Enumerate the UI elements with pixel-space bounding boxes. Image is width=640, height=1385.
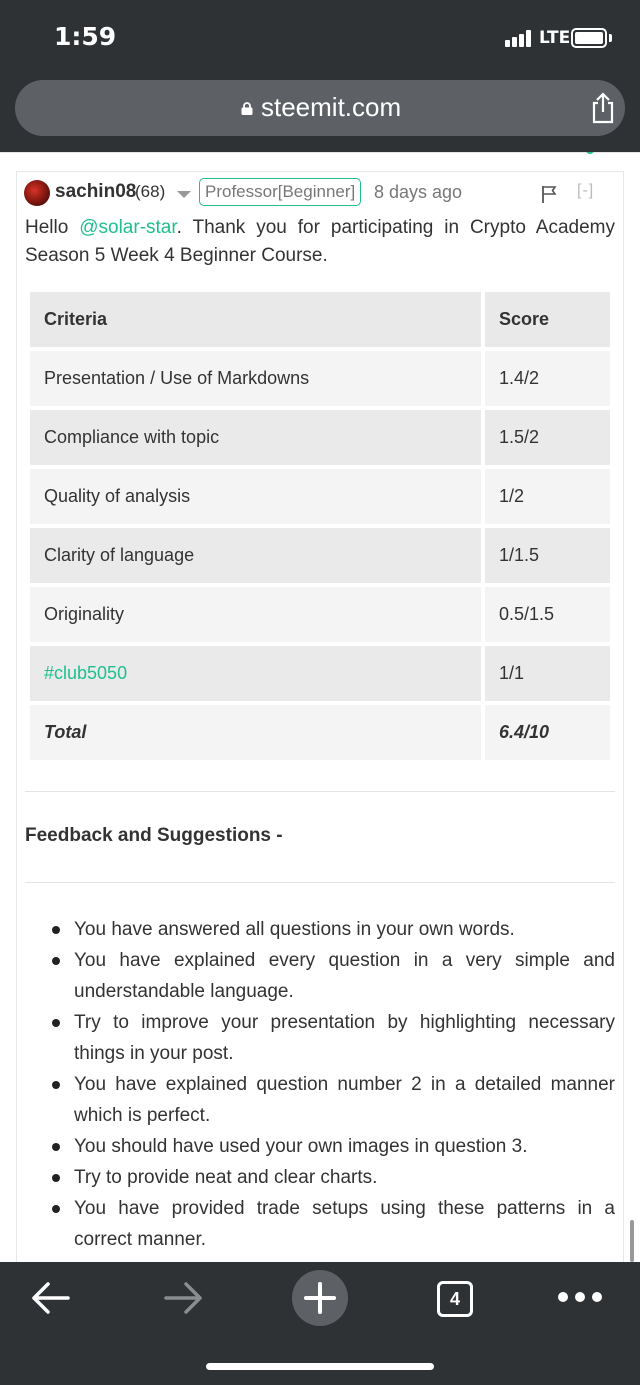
tabs-button[interactable]: 4 [437,1281,473,1317]
url-bar[interactable]: steemit.com [15,80,625,136]
signal-icon [505,30,535,47]
comment-card: sachin08 (68) Professor[Beginner] 8 days… [16,171,624,1262]
table-row: Presentation / Use of Markdowns 1.4/2 [30,351,610,406]
table-row: Quality of analysis 1/2 [30,469,610,524]
divider [25,791,615,792]
table-row-total: Total 6.4/10 [30,705,610,760]
table-cell: #club5050 [30,646,481,701]
plus-icon [304,1282,336,1314]
browser-toolbar: 4 [0,1262,640,1385]
role-badge: Professor[Beginner] [199,178,362,206]
list-item: You have explained every question in a v… [25,945,615,1007]
status-time: 1:59 [54,22,117,51]
list-item: Try to improve your presentation by high… [25,1007,615,1069]
avatar[interactable] [24,180,50,206]
chevron-down-icon[interactable] [177,191,191,198]
share-icon[interactable] [589,92,617,124]
table-cell: 1/1.5 [485,528,610,583]
collapse-toggle[interactable]: [-] [577,182,594,200]
divider [25,882,615,883]
author-reputation: (68) [135,182,166,201]
status-bar: 1:59 LTE [0,0,640,76]
table-row: #club5050 1/1 [30,646,610,701]
feedback-heading: Feedback and Suggestions - [25,825,283,846]
scrollbar[interactable] [630,1220,634,1262]
list-item: You have explained question number 2 in … [25,1069,615,1131]
table-cell: Quality of analysis [30,469,481,524]
score-table: Criteria Score Presentation / Use of Mar… [26,288,614,764]
table-cell: 1/2 [485,469,610,524]
list-item: You have answered all questions in your … [25,914,615,945]
list-item: You have provided trade setups using the… [25,1193,615,1255]
comment-header: sachin08 (68) Professor[Beginner] 8 days… [24,178,614,208]
table-cell: Compliance with topic [30,410,481,465]
battery-icon [571,28,607,48]
lock-icon [241,102,253,115]
table-cell: Originality [30,587,481,642]
table-cell: 0.5/1.5 [485,587,610,642]
network-label: LTE [539,28,571,48]
url-text: steemit.com [261,92,402,122]
comment-intro: Hello @solar-star. Thank you for partici… [25,217,615,266]
indicator-dot [586,152,594,154]
table-cell: 1/1 [485,646,610,701]
page-content: sachin08 (68) Professor[Beginner] 8 days… [0,152,640,1262]
forward-arrow-icon[interactable] [162,1280,206,1316]
table-cell-total: Total [30,705,481,760]
table-header: Score [485,292,610,347]
back-arrow-icon[interactable] [28,1280,72,1316]
table-cell: 1.4/2 [485,351,610,406]
new-tab-button[interactable] [292,1270,348,1326]
table-row: Clarity of language 1/1.5 [30,528,610,583]
mention-link[interactable]: @solar-star [79,217,176,238]
list-item: Try to provide neat and clear charts. [25,1162,615,1193]
flag-icon[interactable] [541,185,557,203]
home-indicator [206,1363,434,1370]
table-cell-total: 6.4/10 [485,705,610,760]
feedback-list: You have answered all questions in your … [25,914,615,1255]
more-icon[interactable] [558,1292,602,1304]
comment-timestamp[interactable]: 8 days ago [374,182,462,203]
table-header-row: Criteria Score [30,292,610,347]
list-item: You should have used your own images in … [25,1131,615,1162]
table-header: Criteria [30,292,481,347]
table-cell: 1.5/2 [485,410,610,465]
table-cell: Presentation / Use of Markdowns [30,351,481,406]
table-cell: Clarity of language [30,528,481,583]
table-row: Compliance with topic 1.5/2 [30,410,610,465]
author-link[interactable]: sachin08 [55,181,136,203]
table-row: Originality 0.5/1.5 [30,587,610,642]
hashtag-link[interactable]: #club5050 [44,663,127,683]
